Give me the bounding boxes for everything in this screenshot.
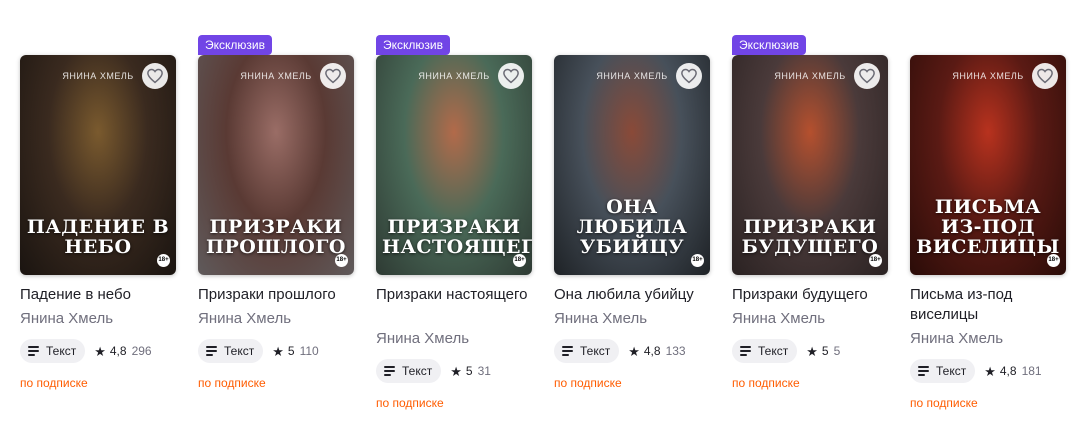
age-rating-badge: 18+ xyxy=(1047,254,1060,267)
star-icon: ★ xyxy=(984,363,996,379)
book-cover[interactable]: ЯНИНА ХМЕЛЬ ПРИЗРАКИ НАСТОЯЩЕГО 18+ xyxy=(376,55,532,275)
age-rating-badge: 18+ xyxy=(335,254,348,267)
rating-value: 5 xyxy=(465,364,473,378)
exclusive-badge: Эксклюзив xyxy=(732,35,806,55)
book-author[interactable]: Янина Хмель xyxy=(554,309,710,329)
book-cover[interactable]: ЯНИНА ХМЕЛЬ ПРИЗРАКИ БУДУЩЕГО 18+ xyxy=(732,55,888,275)
format-label: Текст xyxy=(758,344,789,358)
book-cover[interactable]: ЯНИНА ХМЕЛЬ ПРИЗРАКИ ПРОШЛОГО 18+ xyxy=(198,55,354,275)
votes-count: 5 xyxy=(833,344,841,358)
format-label: Текст xyxy=(580,344,611,358)
rating-value: 4,8 xyxy=(643,344,661,358)
book-shelf: ЯНИНА ХМЕЛЬ ПАДЕНИЕ В НЕБО 18+ Падение в… xyxy=(0,0,1080,434)
text-lines-icon xyxy=(384,366,395,376)
heart-icon[interactable] xyxy=(498,63,524,89)
format-label: Текст xyxy=(402,364,433,378)
book-card[interactable]: Эксклюзив ЯНИНА ХМЕЛЬ ПРИЗРАКИ ПРОШЛОГО … xyxy=(198,0,354,434)
book-title[interactable]: Призраки настоящего xyxy=(376,285,532,305)
subscription-label: по подписке xyxy=(198,376,266,390)
subscription-label: по подписке xyxy=(554,376,622,390)
book-author[interactable]: Янина Хмель xyxy=(376,329,532,349)
rating-value: 4,8 xyxy=(999,364,1017,378)
votes-count: 31 xyxy=(477,364,491,378)
text-lines-icon xyxy=(918,366,929,376)
book-author[interactable]: Янина Хмель xyxy=(910,329,1066,349)
star-icon: ★ xyxy=(806,343,818,359)
book-cover[interactable]: ЯНИНА ХМЕЛЬ ПИСЬМА из-под виселицы 18+ xyxy=(910,55,1066,275)
star-icon: ★ xyxy=(628,343,640,359)
heart-icon[interactable] xyxy=(142,63,168,89)
exclusive-badge: Эксклюзив xyxy=(376,35,450,55)
book-card[interactable]: ЯНИНА ХМЕЛЬ ПИСЬМА из-под виселицы 18+ П… xyxy=(910,0,1066,434)
heart-icon[interactable] xyxy=(854,63,880,89)
format-chip: Текст xyxy=(20,339,86,363)
cover-title-text: ПРИЗРАКИ БУДУЩЕГО xyxy=(741,216,879,258)
book-meta: Текст ★ 5 5 xyxy=(732,339,840,363)
format-chip: Текст xyxy=(732,339,798,363)
star-icon: ★ xyxy=(272,343,284,359)
text-lines-icon xyxy=(740,346,751,356)
book-cover[interactable]: ЯНИНА ХМЕЛЬ ПАДЕНИЕ В НЕБО 18+ xyxy=(20,55,176,275)
age-rating-badge: 18+ xyxy=(691,254,704,267)
subscription-label: по подписке xyxy=(376,396,444,410)
format-label: Текст xyxy=(224,344,255,358)
book-title[interactable]: Призраки будущего xyxy=(732,285,888,305)
format-label: Текст xyxy=(936,364,967,378)
rating-value: 4,8 xyxy=(109,344,127,358)
votes-count: 296 xyxy=(131,344,152,358)
age-rating-badge: 18+ xyxy=(157,254,170,267)
cover-title-text: ПАДЕНИЕ В НЕБО xyxy=(26,216,170,258)
book-card[interactable]: Эксклюзив ЯНИНА ХМЕЛЬ ПРИЗРАКИ БУДУЩЕГО … xyxy=(732,0,888,434)
book-card[interactable]: ЯНИНА ХМЕЛЬ ОНА ЛЮБИЛА УБИЙЦУ 18+ Она лю… xyxy=(554,0,710,434)
book-title[interactable]: Она любила убийцу xyxy=(554,285,710,305)
book-meta: Текст ★ 5 31 xyxy=(376,359,491,383)
cover-title-text: ПРИЗРАКИ ПРОШЛОГО xyxy=(206,216,346,258)
heart-icon[interactable] xyxy=(1032,63,1058,89)
book-title[interactable]: Призраки прошлого xyxy=(198,285,354,305)
book-author[interactable]: Янина Хмель xyxy=(732,309,888,329)
format-chip: Текст xyxy=(554,339,620,363)
text-lines-icon xyxy=(562,346,573,356)
subscription-label: по подписке xyxy=(910,396,978,410)
book-card[interactable]: ЯНИНА ХМЕЛЬ ПАДЕНИЕ В НЕБО 18+ Падение в… xyxy=(20,0,176,434)
book-author[interactable]: Янина Хмель xyxy=(198,309,354,329)
subscription-label: по подписке xyxy=(732,376,800,390)
book-title[interactable]: Падение в небо xyxy=(20,285,176,305)
cover-title-text: ПРИЗРАКИ НАСТОЯЩЕГО xyxy=(382,216,532,258)
book-card[interactable]: Эксклюзив ЯНИНА ХМЕЛЬ ПРИЗРАКИ НАСТОЯЩЕГ… xyxy=(376,0,532,434)
subscription-label: по подписке xyxy=(20,376,88,390)
heart-icon[interactable] xyxy=(676,63,702,89)
format-chip: Текст xyxy=(198,339,264,363)
book-author[interactable]: Янина Хмель xyxy=(20,309,176,329)
book-meta: Текст ★ 4,8 296 xyxy=(20,339,152,363)
age-rating-badge: 18+ xyxy=(869,254,882,267)
star-icon: ★ xyxy=(94,343,106,359)
age-rating-badge: 18+ xyxy=(513,254,526,267)
rating-value: 5 xyxy=(287,344,295,358)
star-icon: ★ xyxy=(450,363,462,379)
book-meta: Текст ★ 4,8 133 xyxy=(554,339,686,363)
book-meta: Текст ★ 5 110 xyxy=(198,339,319,363)
rating-value: 5 xyxy=(821,344,829,358)
format-chip: Текст xyxy=(910,359,976,383)
format-chip: Текст xyxy=(376,359,442,383)
book-title[interactable]: Письма из-под виселицы xyxy=(910,285,1066,325)
cover-title-text: ОНА ЛЮБИЛА УБИЙЦУ xyxy=(576,196,688,258)
text-lines-icon xyxy=(206,346,217,356)
votes-count: 133 xyxy=(665,344,686,358)
book-meta: Текст ★ 4,8 181 xyxy=(910,359,1042,383)
format-label: Текст xyxy=(46,344,77,358)
cover-title-text: ПИСЬМА из-под виселицы xyxy=(916,196,1060,258)
votes-count: 110 xyxy=(299,344,319,358)
heart-icon[interactable] xyxy=(320,63,346,89)
book-cover[interactable]: ЯНИНА ХМЕЛЬ ОНА ЛЮБИЛА УБИЙЦУ 18+ xyxy=(554,55,710,275)
votes-count: 181 xyxy=(1021,364,1042,378)
text-lines-icon xyxy=(28,346,39,356)
exclusive-badge: Эксклюзив xyxy=(198,35,272,55)
